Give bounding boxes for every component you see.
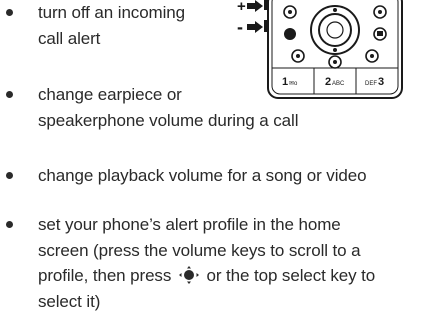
list-item-text: set your phone’s alert profile in the ho… <box>38 215 376 311</box>
key-2-label: 2 <box>325 76 331 88</box>
volume-up-label: + <box>237 0 246 15</box>
arrow-right-icon <box>247 21 263 33</box>
bullet-icon <box>6 9 13 16</box>
key-1-sub: ✉o <box>289 81 298 87</box>
key-1-label: 1 <box>282 76 288 88</box>
list-item-text: change playback volume for a song or vid… <box>38 166 367 185</box>
bullet-icon <box>6 91 13 98</box>
list-item-text: turn off an incoming call alert <box>38 3 185 48</box>
volume-down-label: - <box>237 17 243 37</box>
bullet-icon <box>6 221 13 228</box>
navigation-key-icon <box>178 266 199 284</box>
key-2-sub: ABC <box>332 81 345 87</box>
key-3-sub: DEF <box>365 81 377 87</box>
arrow-right-icon <box>247 0 263 12</box>
bullet-icon <box>6 172 13 179</box>
key-3-label: 3 <box>378 76 384 88</box>
phone-illustration: + - 1 ✉o 2 ABC DEF 3 <box>237 0 403 99</box>
